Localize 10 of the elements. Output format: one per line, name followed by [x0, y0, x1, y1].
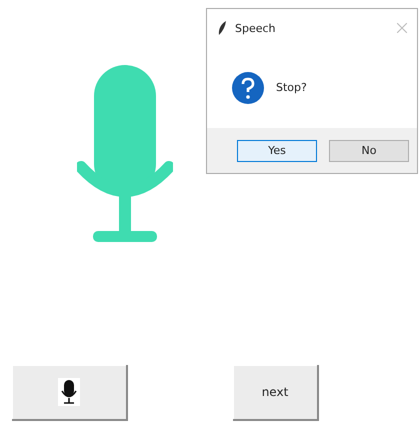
feather-icon	[217, 20, 227, 36]
microphone-icon	[58, 378, 80, 406]
question-icon	[232, 72, 264, 104]
microphone-icon	[77, 65, 173, 243]
yes-button[interactable]: Yes	[237, 140, 317, 162]
no-button[interactable]: No	[329, 140, 409, 162]
dialog-title: Speech	[235, 22, 277, 34]
next-button[interactable]: next	[233, 365, 319, 421]
dialog-message: Stop?	[276, 81, 307, 94]
microphone-button[interactable]	[12, 365, 128, 421]
